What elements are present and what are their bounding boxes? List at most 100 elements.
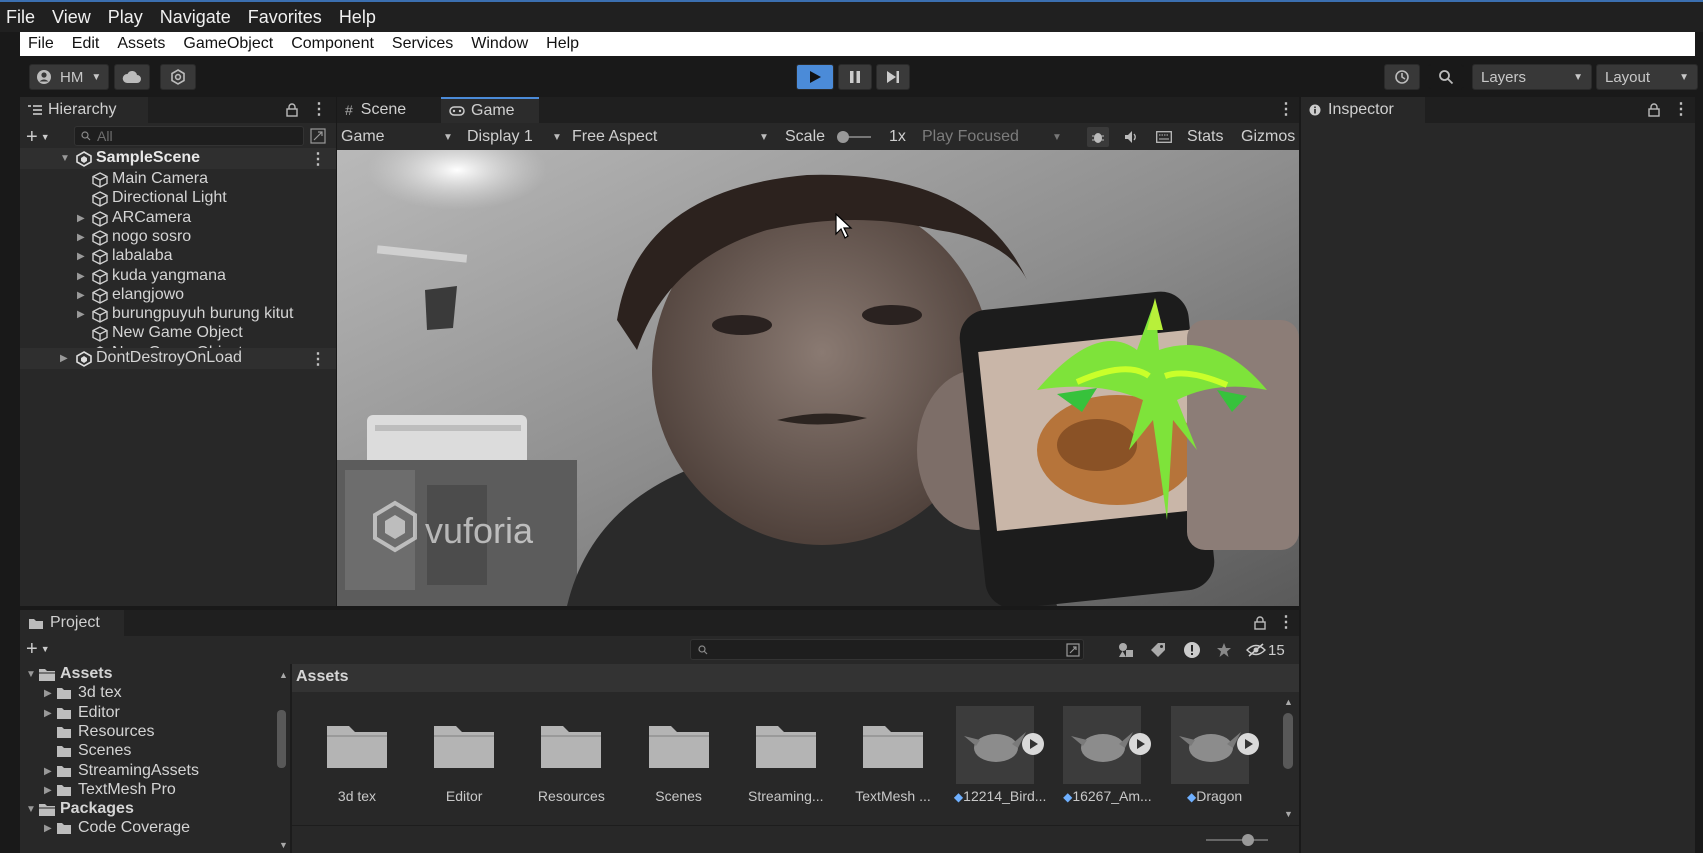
project-tree-item[interactable]: ▶ StreamingAssets	[20, 761, 275, 782]
os-menu-play[interactable]: Play	[102, 7, 154, 28]
expand-arrow-icon[interactable]: ▶	[77, 290, 87, 301]
asset-folder[interactable]: Resources	[521, 700, 621, 810]
project-tree-item[interactable]: ▶ Code Coverage	[20, 818, 275, 839]
expand-arrow-icon[interactable]: ▶	[44, 785, 52, 796]
assets-breadcrumb[interactable]: Assets	[296, 668, 348, 686]
scene-visibility-icon[interactable]	[310, 128, 326, 144]
scroll-down-icon[interactable]: ▼	[1284, 809, 1293, 819]
tab-game[interactable]: Game	[441, 97, 539, 123]
expand-arrow-icon[interactable]: ▼	[60, 153, 70, 164]
undo-history-button[interactable]	[1384, 64, 1420, 90]
hierarchy-item[interactable]: ▶ burungpuyuh burung kitut	[20, 304, 310, 325]
project-menu-icon[interactable]: ⋮	[1278, 612, 1294, 632]
project-tree-item[interactable]: ▼ Packages	[20, 799, 275, 820]
menu-gameobject[interactable]: GameObject	[175, 35, 283, 53]
hierarchy-item[interactable]: ▶ ARCamera	[20, 208, 310, 229]
search-button[interactable]	[1428, 64, 1464, 90]
hierarchy-item[interactable]: ▶ nogo sosro	[20, 227, 310, 248]
lock-icon[interactable]	[1648, 103, 1660, 117]
star-icon[interactable]	[1216, 642, 1232, 658]
hierarchy-item[interactable]: ▶ labalaba	[20, 246, 310, 267]
hierarchy-item[interactable]: ▶ elangjowo	[20, 285, 310, 306]
inspector-menu-icon[interactable]: ⋮	[1673, 99, 1689, 119]
expand-arrow-icon[interactable]: ▶	[44, 708, 52, 719]
dontdestroy-menu-icon[interactable]: ⋮	[310, 349, 326, 369]
lock-icon[interactable]	[1254, 616, 1266, 630]
scroll-up-icon[interactable]: ▲	[1284, 697, 1293, 707]
expand-arrow-icon[interactable]: ▶	[44, 688, 52, 699]
tab-inspector[interactable]: Inspector	[1301, 97, 1425, 123]
create-button[interactable]: + ▼	[26, 638, 58, 661]
add-button[interactable]: + ▼	[26, 126, 58, 148]
menu-help[interactable]: Help	[538, 35, 589, 53]
hierarchy-search-input[interactable]: All	[74, 126, 304, 146]
menu-window[interactable]: Window	[463, 35, 538, 53]
project-search-input[interactable]	[690, 639, 1084, 660]
os-menu-navigate[interactable]: Navigate	[154, 7, 242, 28]
asset-scroll-thumb[interactable]	[1283, 713, 1293, 769]
stats-button[interactable]: Stats	[1187, 123, 1231, 151]
hidden-packages-toggle[interactable]: 15	[1246, 639, 1285, 661]
project-tree-item[interactable]: Scenes	[20, 741, 275, 762]
gameview-menu-icon[interactable]: ⋮	[1278, 99, 1294, 119]
game-viewport[interactable]: vuforia	[337, 150, 1299, 606]
menu-assets[interactable]: Assets	[109, 35, 175, 53]
play-focused-dropdown[interactable]: Play Focused ▼	[922, 123, 1062, 151]
asset-folder[interactable]: TextMesh ...	[843, 700, 943, 810]
tab-project[interactable]: Project	[20, 610, 124, 636]
icon-size-handle[interactable]	[1242, 834, 1254, 846]
collab-button[interactable]	[160, 64, 196, 90]
expand-arrow-icon[interactable]: ▶	[77, 251, 87, 262]
filter-type-icon[interactable]	[1118, 642, 1134, 658]
menu-edit[interactable]: Edit	[64, 35, 110, 53]
asset-folder[interactable]: Streaming...	[736, 700, 836, 810]
asset-model[interactable]: ◆12214_Bird...	[950, 700, 1050, 810]
hierarchy-item[interactable]: Main Camera	[20, 169, 310, 190]
asset-folder[interactable]: 3d tex	[307, 700, 407, 810]
icon-size-track[interactable]	[1206, 839, 1268, 841]
tree-scroll-thumb[interactable]	[277, 710, 286, 768]
scroll-up-icon[interactable]: ▲	[279, 670, 288, 680]
hierarchy-menu-icon[interactable]: ⋮	[311, 99, 327, 119]
os-menu-help[interactable]: Help	[333, 7, 387, 28]
menu-file[interactable]: File	[20, 35, 64, 53]
asset-model[interactable]: ◆16267_Am...	[1057, 700, 1157, 810]
layout-dropdown[interactable]: Layout ▼	[1596, 64, 1698, 90]
expand-arrow-icon[interactable]: ▶	[44, 766, 52, 777]
gizmos-button[interactable]: Gizmos	[1241, 123, 1299, 151]
expand-arrow-icon[interactable]: ▶	[77, 309, 87, 320]
account-dropdown[interactable]: HM ▼	[29, 64, 109, 90]
asset-folder[interactable]: Scenes	[629, 700, 729, 810]
shortcuts-button[interactable]	[1152, 127, 1176, 147]
scroll-down-icon[interactable]: ▼	[279, 840, 288, 850]
expand-arrow-icon[interactable]: ▶	[77, 232, 87, 243]
warning-icon[interactable]	[1183, 641, 1201, 659]
expand-model-icon[interactable]	[1236, 733, 1259, 755]
mute-button[interactable]	[1120, 127, 1142, 147]
tab-scene[interactable]: # Scene	[337, 97, 441, 123]
os-menu-file[interactable]: File	[0, 7, 46, 28]
search-scope-icon[interactable]	[1066, 643, 1080, 657]
expand-arrow-icon[interactable]: ▼	[26, 804, 36, 815]
scene-menu-icon[interactable]: ⋮	[310, 149, 326, 169]
asset-folder[interactable]: Editor	[414, 700, 514, 810]
project-tree-item[interactable]: ▶ 3d tex	[20, 683, 275, 704]
os-menu-view[interactable]: View	[46, 7, 102, 28]
pause-button[interactable]	[838, 64, 872, 90]
mode-dropdown[interactable]: Game ▼	[341, 123, 453, 151]
play-button[interactable]	[796, 64, 834, 90]
expand-arrow-icon[interactable]: ▶	[60, 353, 70, 364]
tab-hierarchy[interactable]: Hierarchy	[20, 97, 148, 123]
asset-scrollbar[interactable]: ▲ ▼	[1282, 697, 1294, 819]
scale-slider-handle[interactable]	[837, 131, 849, 143]
os-menu-favorites[interactable]: Favorites	[242, 7, 333, 28]
menu-services[interactable]: Services	[384, 35, 463, 53]
cloud-button[interactable]	[114, 64, 150, 90]
project-tree-item[interactable]: ▶ Editor	[20, 703, 275, 724]
expand-arrow-icon[interactable]: ▶	[44, 823, 52, 834]
hierarchy-item[interactable]: New Game Object	[20, 323, 310, 344]
expand-arrow-icon[interactable]: ▼	[26, 669, 36, 680]
project-tree-item[interactable]: ▶ TextMesh Pro	[20, 780, 275, 801]
dontdestroy-row[interactable]: ▶ DontDestroyOnLoad ⋮	[20, 348, 336, 369]
hierarchy-item[interactable]: ▶ kuda yangmana	[20, 266, 310, 287]
